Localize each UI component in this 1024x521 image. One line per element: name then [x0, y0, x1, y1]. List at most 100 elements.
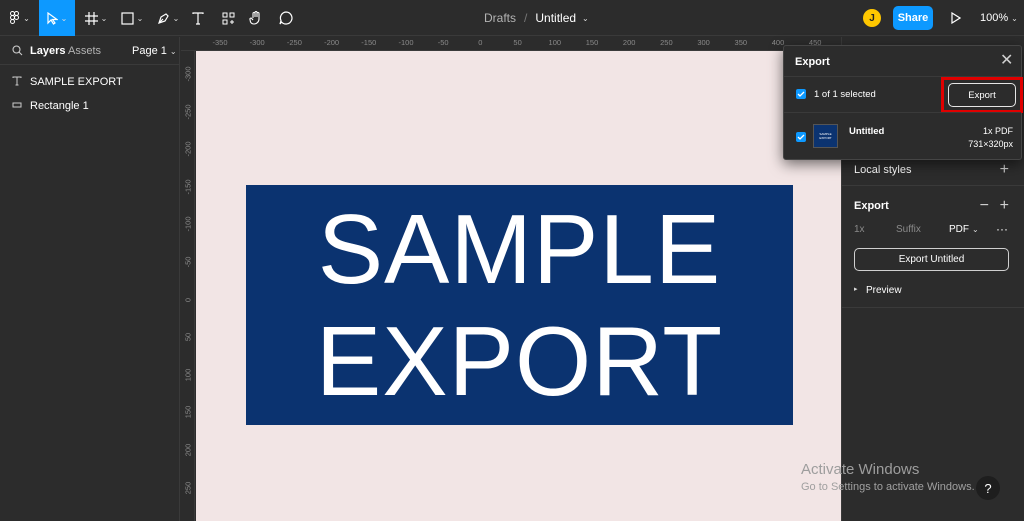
export-format: PDF: [949, 224, 969, 235]
ruler-tick-label: -250: [286, 38, 302, 47]
chevron-down-icon: ⌄: [169, 47, 177, 56]
divider: [842, 307, 1024, 308]
figma-menu-icon: [10, 11, 20, 24]
ruler-tick-label: 250: [183, 481, 193, 494]
export-item-size: 731×320px: [968, 139, 1013, 149]
chevron-down-icon: ⌄: [60, 13, 68, 23]
ruler-tick-label: 200: [622, 38, 636, 47]
ruler-left: -300 -250 -200 -150 -100 -50 0 50 100 150 200 250: [181, 51, 195, 521]
frame-tool-button[interactable]: ⌄: [80, 0, 112, 36]
toolbar: ⌄ ⌄ ⌄ ⌄ ⌄ Drafts / Untitled ⌄ J Share 10…: [0, 0, 1024, 36]
avatar[interactable]: J: [863, 9, 881, 27]
close-icon[interactable]: ✕: [1000, 53, 1013, 69]
move-tool-button[interactable]: ⌄: [39, 0, 75, 36]
layer-item-text[interactable]: SAMPLE EXPORT: [0, 70, 180, 94]
text-layer-icon: [12, 76, 22, 86]
export-button[interactable]: Export: [948, 83, 1016, 107]
frame-text-line2: EXPORT: [315, 306, 724, 416]
help-button[interactable]: ?: [976, 476, 1000, 500]
ruler-tick-label: 100: [183, 368, 193, 382]
chevron-down-icon[interactable]: ⌄: [582, 14, 589, 23]
thumb-line2: EXPORT: [819, 136, 832, 140]
rectangle-layer-icon: [12, 102, 22, 108]
page-name: Page 1: [132, 45, 167, 57]
highlight-box: Export: [941, 77, 1023, 113]
selection-count: 1 of 1 selected: [814, 89, 876, 100]
divider: [842, 185, 1024, 186]
ruler-top: -350 -300 -250 -200 -150 -100 -50 0 50 100 150 200 2…: [181, 37, 841, 51]
breadcrumb-drafts[interactable]: Drafts: [484, 11, 516, 25]
sample-export-frame[interactable]: SAMPLE EXPORT: [246, 185, 793, 425]
chevron-down-icon: ⌄: [136, 13, 144, 23]
tab-assets[interactable]: Assets: [68, 45, 101, 57]
check-icon: [797, 134, 805, 140]
ruler-tick-label: 200: [183, 443, 193, 457]
resources-button[interactable]: [218, 0, 238, 36]
present-button[interactable]: [948, 0, 964, 36]
frame-text-line1: SAMPLE: [317, 194, 722, 304]
preview-label: Preview: [866, 285, 902, 296]
item-checkbox[interactable]: [796, 132, 806, 142]
resources-icon: [222, 12, 234, 24]
export-dialog-title: Export: [795, 56, 830, 68]
ruler-tick-label: 100: [548, 38, 562, 47]
chevron-down-icon: ⌄: [972, 225, 979, 234]
export-thumbnail: SAMPLE EXPORT: [813, 124, 838, 148]
activate-windows-title: Activate Windows: [801, 461, 920, 478]
export-untitled-button[interactable]: Export Untitled: [854, 248, 1009, 271]
add-icon[interactable]: +: [1000, 198, 1009, 214]
ruler-tick-label: -50: [437, 38, 449, 47]
pen-tool-button[interactable]: ⌄: [152, 0, 184, 36]
tab-layers[interactable]: Layers: [30, 45, 65, 57]
ruler-tick-label: -200: [183, 141, 193, 157]
export-section-label: Export: [854, 200, 889, 212]
left-panel-tabs: Layers Assets Page 1 ⌄: [0, 37, 180, 65]
comment-tool-button[interactable]: [276, 0, 296, 36]
divider: [784, 112, 1021, 113]
check-icon: [797, 91, 805, 97]
ruler-tick-label: 0: [183, 297, 193, 302]
shape-tool-button[interactable]: ⌄: [116, 0, 148, 36]
export-scale[interactable]: 1x: [854, 224, 865, 235]
ruler-tick-label: -100: [398, 38, 414, 47]
more-options-icon[interactable]: ···: [996, 222, 1008, 236]
main-menu-button[interactable]: ⌄: [4, 0, 36, 36]
canvas[interactable]: SAMPLE EXPORT: [196, 51, 841, 521]
zoom-level: 100%: [980, 12, 1009, 24]
local-styles-label: Local styles: [854, 164, 912, 176]
hand-tool-button[interactable]: [246, 0, 266, 36]
add-icon[interactable]: +: [1000, 162, 1009, 178]
export-item-format: 1x PDF: [982, 126, 1013, 136]
zoom-menu[interactable]: 100% ⌄: [980, 0, 1018, 36]
preview-toggle[interactable]: ▸ Preview: [842, 283, 1024, 299]
ruler-tick-label: 300: [697, 38, 710, 47]
layer-name: SAMPLE EXPORT: [30, 76, 123, 88]
export-section-header: Export − +: [842, 197, 1024, 215]
share-button[interactable]: Share: [893, 6, 933, 30]
pen-tool-icon: [157, 12, 169, 24]
text-tool-icon: [192, 11, 204, 25]
remove-icon[interactable]: −: [980, 198, 989, 214]
ruler-tick-label: -350: [212, 38, 228, 47]
export-format-select[interactable]: PDF ⌄: [949, 224, 979, 235]
chevron-down-icon: ⌄: [172, 13, 180, 23]
search-icon[interactable]: [12, 45, 23, 56]
export-suffix-input[interactable]: Suffix: [896, 224, 921, 235]
select-all-checkbox[interactable]: [796, 89, 806, 99]
breadcrumb: Drafts / Untitled ⌄: [484, 0, 589, 36]
text-tool-button[interactable]: [188, 0, 208, 36]
layer-item-rectangle[interactable]: Rectangle 1: [0, 94, 180, 118]
hand-tool-icon: [249, 11, 260, 25]
layer-name: Rectangle 1: [30, 100, 89, 112]
chevron-down-icon: ⌄: [23, 13, 30, 23]
frame-tool-icon: [84, 11, 98, 25]
export-item-name: Untitled: [849, 126, 885, 137]
chevron-down-icon: ⌄: [100, 13, 108, 23]
ruler-tick-label: 150: [183, 406, 193, 419]
file-title[interactable]: Untitled: [535, 11, 576, 25]
ruler-tick-label: 350: [734, 38, 748, 47]
export-dialog: Export ✕ 1 of 1 selected Export SAMPLE E…: [783, 45, 1023, 160]
ruler-tick-label: 250: [660, 38, 673, 47]
ruler-tick-label: -50: [183, 256, 193, 268]
page-selector[interactable]: Page 1 ⌄: [132, 45, 177, 57]
